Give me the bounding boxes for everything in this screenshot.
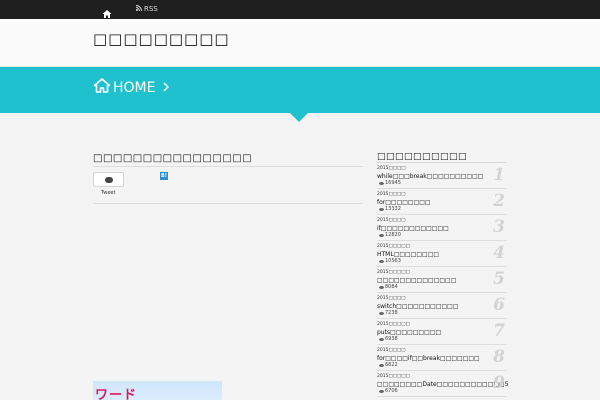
breadcrumb-pointer (290, 113, 308, 122)
ranking-item[interactable]: 2015□□□□ for□□□□□□□□ 13332 2 (377, 189, 507, 215)
view-count: 10563 (379, 258, 401, 264)
divider (93, 203, 363, 204)
view-count: 12820 (379, 232, 401, 238)
eye-icon (379, 337, 384, 341)
rank-number: 1 (493, 165, 505, 185)
ranking-item[interactable]: 2015□□□□□ puts□□□□□□□□□ 6938 7 (377, 319, 507, 345)
site-title[interactable]: □□□□□□□□□ (93, 30, 230, 48)
view-count: 16945 (379, 180, 401, 186)
ranking-date: 2015□□□□ (377, 218, 406, 223)
ranking-link[interactable]: □□□□□□□□Date□□□□□□□□□□□□5 (377, 381, 509, 388)
ranking-link[interactable]: if□□□□□□□□□□□□ (377, 225, 449, 232)
rank-number: 3 (493, 217, 505, 237)
eye-icon (379, 311, 384, 315)
rank-number: 6 (493, 295, 505, 315)
view-count: 8084 (379, 284, 398, 290)
thumbnail-text: ワード (95, 388, 138, 400)
ranking-date: 2015□□□□ (377, 166, 406, 171)
comment-count-button[interactable] (93, 172, 124, 187)
top-bar: RSS (0, 0, 600, 19)
ranking-item[interactable]: 2015□□□□□ HTML□□□□□□□□ 10563 4 (377, 241, 507, 267)
ranking-date: 2015□□□□□ (377, 270, 410, 275)
breadcrumb-bar: HOME (0, 67, 600, 122)
divider (93, 166, 363, 167)
home-icon (93, 78, 111, 97)
tweet-button[interactable]: Tweet (101, 190, 115, 196)
ranking-link[interactable]: for□□□□□□□□ (377, 199, 431, 206)
eye-icon (379, 233, 384, 237)
view-count: 7238 (379, 310, 398, 316)
rank-number: 4 (493, 243, 505, 263)
eye-icon (379, 285, 384, 289)
ranking-item[interactable]: 2015□□□□□ □□□□□□□□□□□□□□ 8084 5 (377, 267, 507, 293)
ranking-link[interactable]: puts□□□□□□□□□ (377, 329, 441, 336)
ranking-item[interactable]: 2015□□□□ if□□□□□□□□□□□□ 12820 3 (377, 215, 507, 241)
eye-icon (379, 181, 384, 185)
ranking-link[interactable]: switch□□□□□□□□□□□ (377, 303, 459, 310)
ranking-date: 2015□□□□ (377, 348, 406, 353)
ranking-item[interactable]: 2015□□□□ for□□□□if□□break□□□□□□□ 6822 8 (377, 345, 507, 371)
ranking-list: 2015□□□□ while□□□break□□□□□□□□□□ 16945 1… (377, 163, 509, 397)
rank-number: 7 (493, 321, 505, 341)
chevron-right-icon (163, 80, 170, 96)
site-header: □□□□□□□□□ (0, 19, 600, 67)
rss-icon (135, 4, 142, 15)
ranking-date: 2015□□□□ (377, 192, 406, 197)
comment-icon (105, 177, 113, 183)
hatena-bookmark-icon[interactable]: B! (160, 172, 168, 180)
eye-icon (379, 389, 384, 393)
rss-label: RSS (144, 5, 158, 13)
view-count: 6938 (379, 336, 398, 342)
ranking-title: □□□□□□□□□□ (377, 152, 468, 162)
view-count: 6822 (379, 362, 398, 368)
rank-number: 8 (493, 347, 505, 367)
rank-number: 5 (493, 269, 505, 289)
ranking-date: 2015□□□□□ (377, 374, 410, 379)
ranking-item[interactable]: 2015□□□□ switch□□□□□□□□□□□ 7238 6 (377, 293, 507, 319)
eye-icon (379, 259, 384, 263)
rank-number: 2 (493, 191, 505, 211)
ranking-link[interactable]: □□□□□□□□□□□□□□ (377, 277, 456, 284)
eye-icon (379, 207, 384, 211)
ranking-link[interactable]: for□□□□if□□break□□□□□□□ (377, 355, 480, 362)
view-count: 6706 (379, 388, 398, 394)
ranking-date: 2015□□□□ (377, 296, 406, 301)
breadcrumb-home-link[interactable]: HOME (93, 78, 170, 97)
ranking-item[interactable]: 2015□□□□□ □□□□□□□□Date□□□□□□□□□□□□5 6706… (377, 371, 509, 397)
home-icon[interactable] (102, 4, 112, 18)
ranking-date: 2015□□□□□ (377, 322, 410, 327)
rss-link[interactable]: RSS (135, 4, 158, 15)
ranking-link[interactable]: HTML□□□□□□□□ (377, 251, 439, 258)
ranking-date: 2015□□□□□ (377, 244, 410, 249)
post-thumbnail[interactable]: ワード (93, 381, 222, 400)
view-count: 13332 (379, 206, 401, 212)
ranking-item[interactable]: 2015□□□□ while□□□break□□□□□□□□□□ 16945 1 (377, 163, 507, 189)
eye-icon (379, 363, 384, 367)
ranking-link[interactable]: while□□□break□□□□□□□□□□ (377, 173, 483, 180)
post-title: □□□□□□□□□□□□□□□□ (93, 153, 253, 164)
rank-number: 9 (493, 373, 505, 393)
breadcrumb-home-label: HOME (113, 79, 156, 96)
